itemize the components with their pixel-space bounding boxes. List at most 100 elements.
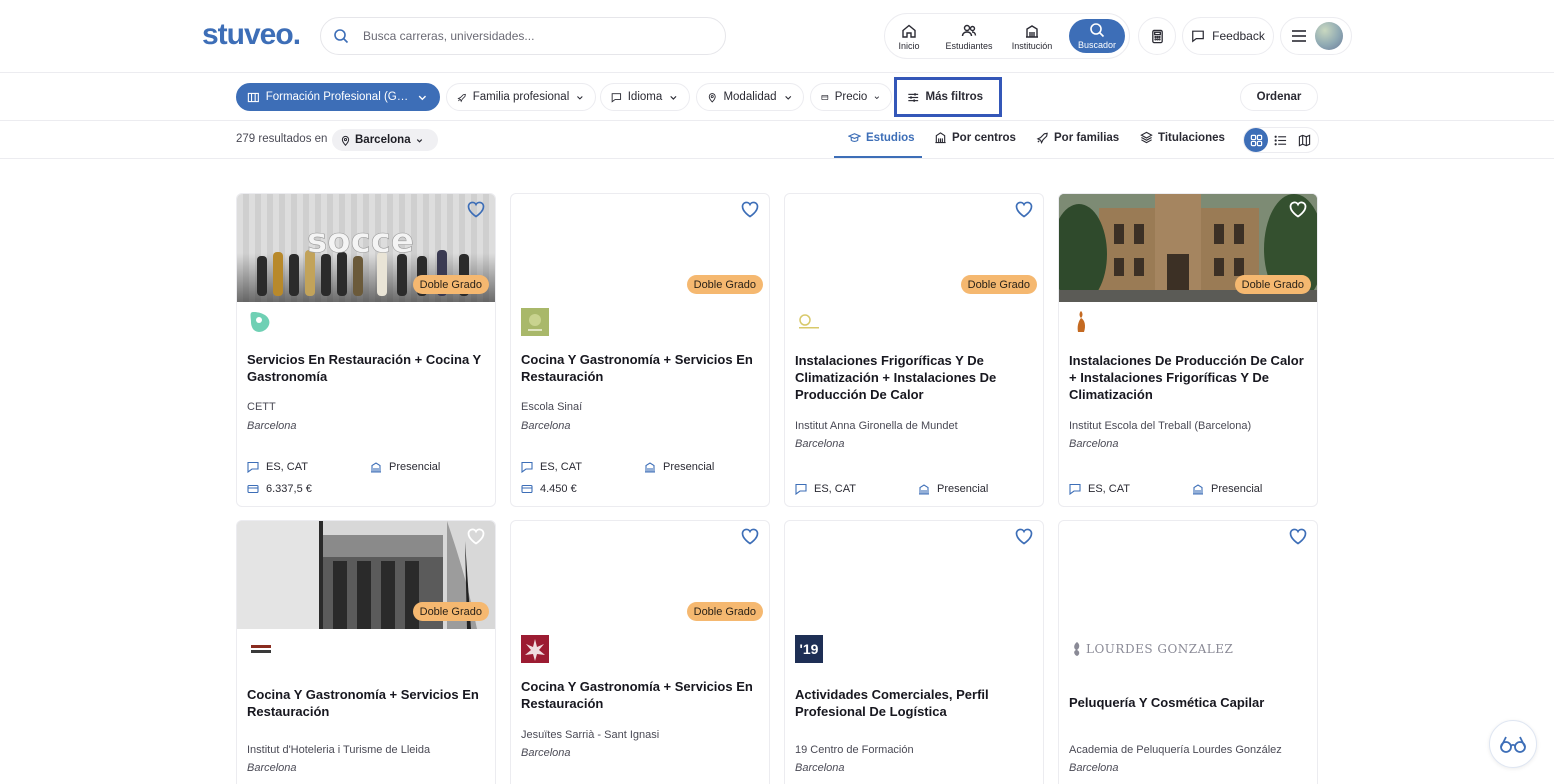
filter-precio-label: Precio [834, 91, 868, 103]
search-bar[interactable] [320, 17, 726, 55]
study-card[interactable]: LOURDES GONZALEZ Peluquería Y Cosmética … [1058, 520, 1318, 784]
study-card[interactable]: socce Doble Grado Servicios En Restaurac… [236, 193, 496, 507]
feedback-button[interactable]: Feedback [1182, 17, 1274, 55]
results-count: 279 resultados en [236, 133, 328, 145]
building-icon [919, 484, 929, 495]
card-city: Barcelona [1069, 438, 1119, 450]
heart-icon[interactable] [1013, 198, 1035, 220]
tab-familias[interactable]: Por familias [1036, 131, 1119, 144]
wallet-icon [821, 94, 829, 100]
filter-familia-label: Familia profesional [472, 91, 570, 103]
grid-icon [1250, 134, 1262, 146]
sort-button[interactable]: Ordenar [1240, 83, 1318, 111]
nav-institucion[interactable]: Institución [1003, 17, 1061, 57]
double-degree-badge: Doble Grado [412, 275, 489, 294]
filter-study-type[interactable]: Formación Profesional (Grado Superior) [236, 83, 440, 111]
card-mode-label: Presencial [663, 461, 715, 473]
grid-view-button[interactable] [1244, 128, 1268, 152]
more-filters-button[interactable]: Más filtros [894, 77, 1002, 117]
nav-estudiantes[interactable]: Estudiantes [937, 17, 1001, 57]
card-title[interactable]: Instalaciones Frigoríficas Y De Climatiz… [795, 352, 1033, 403]
card-price-label: 4.450 € [540, 483, 577, 495]
card-language: ES, CAT [521, 461, 582, 473]
nav-inicio[interactable]: Inicio [885, 17, 933, 57]
study-card[interactable]: Doble Grado Instalaciones De Producción … [1058, 193, 1318, 507]
results-bar: 279 resultados en Barcelona Estudios Por… [0, 121, 1554, 159]
city-label: Barcelona [355, 134, 411, 146]
double-degree-badge: Doble Grado [960, 275, 1037, 294]
filter-modalidad[interactable]: Modalidad [696, 83, 804, 111]
map-view-button[interactable] [1292, 128, 1316, 152]
card-mode: Presencial [370, 461, 440, 473]
calculator-icon [1151, 29, 1163, 43]
card-title[interactable]: Instalaciones De Producción De Calor + I… [1069, 352, 1307, 403]
heart-icon[interactable] [1287, 198, 1309, 220]
filter-precio[interactable]: Precio [810, 83, 892, 111]
top-header: stuveo. Inicio Estudiantes Institución B… [0, 0, 1554, 73]
study-card[interactable]: Doble Grado Cocina Y Gastronomía + Servi… [510, 520, 770, 784]
heart-icon[interactable] [739, 525, 761, 547]
card-mode: Presencial [644, 461, 714, 473]
filter-modalidad-label: Modalidad [723, 91, 777, 103]
city-selector[interactable]: Barcelona [332, 129, 438, 151]
study-card[interactable]: Doble Grado Cocina Y Gastronomía + Servi… [236, 520, 496, 784]
card-language-label: ES, CAT [266, 461, 308, 473]
message-icon [795, 483, 807, 495]
calculator-button[interactable] [1138, 17, 1176, 55]
filter-bar: Formación Profesional (Grado Superior) F… [0, 73, 1554, 121]
card-title[interactable]: Cocina Y Gastronomía + Servicios En Rest… [247, 686, 485, 720]
card-title[interactable]: Cocina Y Gastronomía + Servicios En Rest… [521, 351, 759, 385]
study-card[interactable]: Doble Grado Instalaciones Frigoríficas Y… [784, 193, 1044, 507]
stuveo-logo[interactable]: stuveo. [202, 18, 301, 52]
wallet-icon [521, 484, 533, 494]
building-icon [645, 462, 655, 473]
heart-icon[interactable] [1013, 525, 1035, 547]
user-menu-button[interactable] [1280, 17, 1352, 55]
location-pin-icon [708, 92, 716, 103]
tab-estudios-label: Estudios [866, 131, 915, 144]
help-assistant-button[interactable] [1489, 720, 1537, 768]
card-center: Institut d'Hoteleria i Turisme de Lleida [247, 744, 431, 756]
tab-estudios[interactable]: Estudios [848, 131, 915, 144]
heart-icon[interactable] [1287, 525, 1309, 547]
nav-buscador[interactable]: Buscador [1069, 19, 1125, 53]
card-mode-label: Presencial [389, 461, 441, 473]
tab-centros-label: Por centros [952, 131, 1016, 144]
card-title[interactable]: Peluquería Y Cosmética Capilar [1069, 694, 1307, 711]
card-city: Barcelona [1069, 762, 1119, 774]
list-view-button[interactable] [1268, 128, 1292, 152]
card-mode-label: Presencial [937, 483, 989, 495]
card-title[interactable]: Servicios En Restauración + Cocina Y Gas… [247, 351, 485, 385]
search-input[interactable] [363, 29, 703, 43]
building-icon [935, 132, 946, 144]
center-logo [799, 314, 819, 329]
message-icon [247, 461, 259, 473]
heart-icon[interactable] [465, 198, 487, 220]
card-center: Institut Anna Gironella de Mundet [795, 420, 958, 432]
card-city: Barcelona [521, 420, 571, 432]
map-icon [1298, 134, 1310, 146]
heart-icon[interactable] [739, 198, 761, 220]
tab-familias-label: Por familias [1054, 131, 1120, 144]
view-toggle [1243, 127, 1319, 153]
avatar[interactable] [1315, 22, 1343, 50]
chevron-down-icon [670, 95, 677, 100]
sliders-icon [908, 92, 919, 102]
center-logo [521, 635, 549, 663]
nav-inicio-label: Inicio [898, 41, 920, 51]
lourdes-logo-mark [1074, 642, 1080, 656]
message-icon [521, 461, 533, 473]
sort-label: Ordenar [1256, 91, 1302, 103]
card-price-label: 6.337,5 € [266, 483, 312, 495]
card-center: 19 Centro de Formación [795, 744, 914, 756]
study-card[interactable]: Doble Grado Cocina Y Gastronomía + Servi… [510, 193, 770, 507]
tab-titulaciones[interactable]: Titulaciones [1140, 131, 1225, 144]
tab-centros[interactable]: Por centros [934, 131, 1016, 144]
filter-familia[interactable]: Familia profesional [446, 83, 596, 111]
card-title[interactable]: Actividades Comerciales, Perfil Profesio… [795, 686, 1033, 720]
heart-icon[interactable] [465, 525, 487, 547]
filter-idioma[interactable]: Idioma [600, 83, 690, 111]
card-language: ES, CAT [1069, 483, 1130, 495]
card-title[interactable]: Cocina Y Gastronomía + Servicios En Rest… [521, 678, 759, 712]
study-card[interactable]: '19 Actividades Comerciales, Perfil Prof… [784, 520, 1044, 784]
